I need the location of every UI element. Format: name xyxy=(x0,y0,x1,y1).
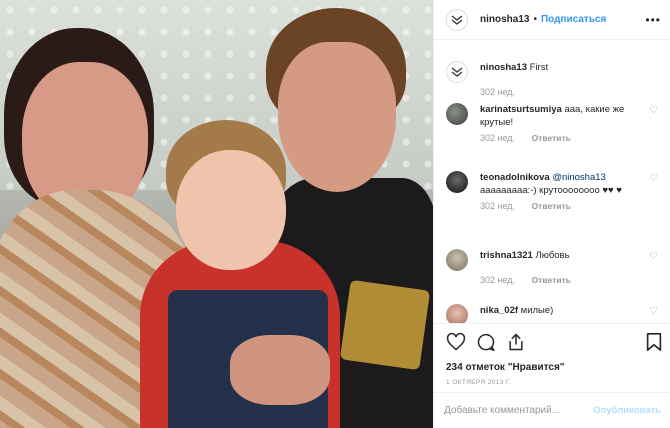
likes-count[interactable]: 234 отметок "Нравится" xyxy=(446,362,565,373)
photo-boy-shirt-print xyxy=(339,279,431,371)
comment-input[interactable] xyxy=(444,405,594,416)
action-buttons xyxy=(446,332,526,352)
comment-body: милые) xyxy=(520,305,554,316)
caption-body: First xyxy=(529,62,549,73)
ninosha13-logo-icon xyxy=(451,14,463,25)
heart-icon[interactable]: ♡ xyxy=(649,306,658,317)
heart-icon[interactable] xyxy=(446,332,466,352)
avatar[interactable] xyxy=(446,171,468,193)
header-username[interactable]: ninosha13 xyxy=(480,14,529,25)
heart-icon[interactable]: ♡ xyxy=(649,105,658,116)
caption-text: ninosha13 First xyxy=(480,61,642,74)
reply-button[interactable]: Ответить xyxy=(532,201,571,211)
photo-hand xyxy=(230,335,330,405)
comment-item: teonadolnikova @ninosha13 ааааааааа:-) к… xyxy=(446,171,660,211)
comment-body: ааааааааа:-) крутоооооооо ♥♥ ♥ xyxy=(480,185,622,196)
caption-time[interactable]: 302 нед. xyxy=(480,87,515,97)
caption-meta: 302 нед. xyxy=(480,87,660,97)
bookmark-icon[interactable] xyxy=(645,332,663,352)
avatar[interactable] xyxy=(446,249,468,271)
post-actions: 234 отметок "Нравится" 1 ОКТЯБРЯ 2013 Г. xyxy=(434,323,670,403)
comment-mention[interactable]: @ninosha13 xyxy=(552,172,606,183)
comment-username[interactable]: trishna1321 xyxy=(480,250,533,261)
share-icon[interactable] xyxy=(506,332,526,352)
publish-button[interactable]: Опубликовать xyxy=(593,405,661,416)
heart-icon[interactable]: ♡ xyxy=(649,251,658,262)
comment-username[interactable]: teonadolnikova xyxy=(480,172,550,183)
comment-meta: 302 нед. Ответить xyxy=(480,133,660,143)
comment-meta: 302 нед. Ответить xyxy=(480,201,660,211)
more-options-icon[interactable]: ••• xyxy=(645,13,661,27)
bookmark-button[interactable] xyxy=(645,332,663,355)
photo-baby-face xyxy=(176,150,286,270)
comment-time[interactable]: 302 нед. xyxy=(480,133,515,143)
post-photo[interactable] xyxy=(0,0,433,428)
header-separator: • xyxy=(533,14,537,25)
post-date[interactable]: 1 ОКТЯБРЯ 2013 Г. xyxy=(446,379,511,386)
reply-button[interactable]: Ответить xyxy=(532,275,571,285)
comment-item: karinatsurtsumiya ааа, какие же крутые! … xyxy=(446,103,660,143)
comment-icon[interactable] xyxy=(476,332,496,352)
avatar[interactable] xyxy=(446,304,468,323)
comment-time[interactable]: 302 нед. xyxy=(480,275,515,285)
reply-button[interactable]: Ответить xyxy=(532,133,571,143)
avatar[interactable] xyxy=(446,8,468,31)
caption-username[interactable]: ninosha13 xyxy=(480,62,527,73)
heart-icon[interactable]: ♡ xyxy=(649,173,658,184)
follow-button[interactable]: Подписаться xyxy=(541,14,606,25)
comment-item: trishna1321 Любовь 302 нед. Ответить ♡ xyxy=(446,249,660,285)
comment-time[interactable]: 302 нед. xyxy=(480,201,515,211)
comments-list[interactable]: ninosha13 First 302 нед. karinatsurtsumi… xyxy=(434,41,670,323)
ninosha13-logo-icon xyxy=(451,67,463,77)
comment-username[interactable]: nika_02f xyxy=(480,305,518,316)
post-header: ninosha13 • Подписаться ••• xyxy=(434,0,670,40)
add-comment-form: Опубликовать xyxy=(434,392,670,428)
comment-text: trishna1321 Любовь xyxy=(480,249,642,262)
comment-meta: 302 нед. Ответить xyxy=(480,275,660,285)
comment-item: nika_02f милые) ♡ xyxy=(446,304,660,323)
comment-username[interactable]: karinatsurtsumiya xyxy=(480,104,562,115)
caption: ninosha13 First 302 нед. xyxy=(446,61,660,97)
comment-text: teonadolnikova @ninosha13 ааааааааа:-) к… xyxy=(480,171,642,197)
avatar[interactable] xyxy=(446,103,468,125)
comment-text: karinatsurtsumiya ааа, какие же крутые! xyxy=(480,103,642,129)
comment-body: Любовь xyxy=(535,250,570,261)
photo-boy-face xyxy=(278,42,396,192)
comment-text: nika_02f милые) xyxy=(480,304,642,317)
avatar[interactable] xyxy=(446,61,468,83)
post-sidebar: ninosha13 • Подписаться ••• ninosha13 Fi… xyxy=(433,0,670,428)
